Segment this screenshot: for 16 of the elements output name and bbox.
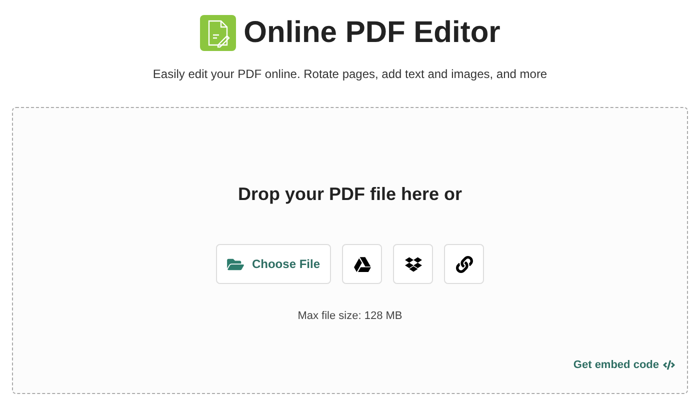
triangle-icon bbox=[354, 256, 370, 272]
document-pen-icon bbox=[200, 15, 236, 51]
page-title: Online PDF Editor bbox=[244, 18, 500, 48]
code-icon bbox=[663, 358, 675, 371]
choose-file-button[interactable]: Choose File bbox=[216, 244, 331, 284]
folder-icon bbox=[226, 256, 244, 272]
link-icon bbox=[456, 256, 472, 272]
drop-zone[interactable]: Drop your PDF file here or Choose File Max file size: 128 MB Get embed code bbox=[12, 107, 688, 394]
drop-heading: Drop your PDF file here or bbox=[238, 183, 462, 206]
open-box-icon bbox=[404, 256, 422, 272]
drive-button[interactable] bbox=[342, 244, 382, 284]
embed-code-link[interactable]: Get embed code bbox=[573, 356, 675, 373]
url-button[interactable] bbox=[444, 244, 484, 284]
page-subtitle: Easily edit your PDF online. Rotate pages, add text and images, and more bbox=[152, 66, 548, 83]
file-size-note: Max file size: 128 MB bbox=[298, 309, 402, 324]
dropbox-button[interactable] bbox=[393, 244, 433, 284]
